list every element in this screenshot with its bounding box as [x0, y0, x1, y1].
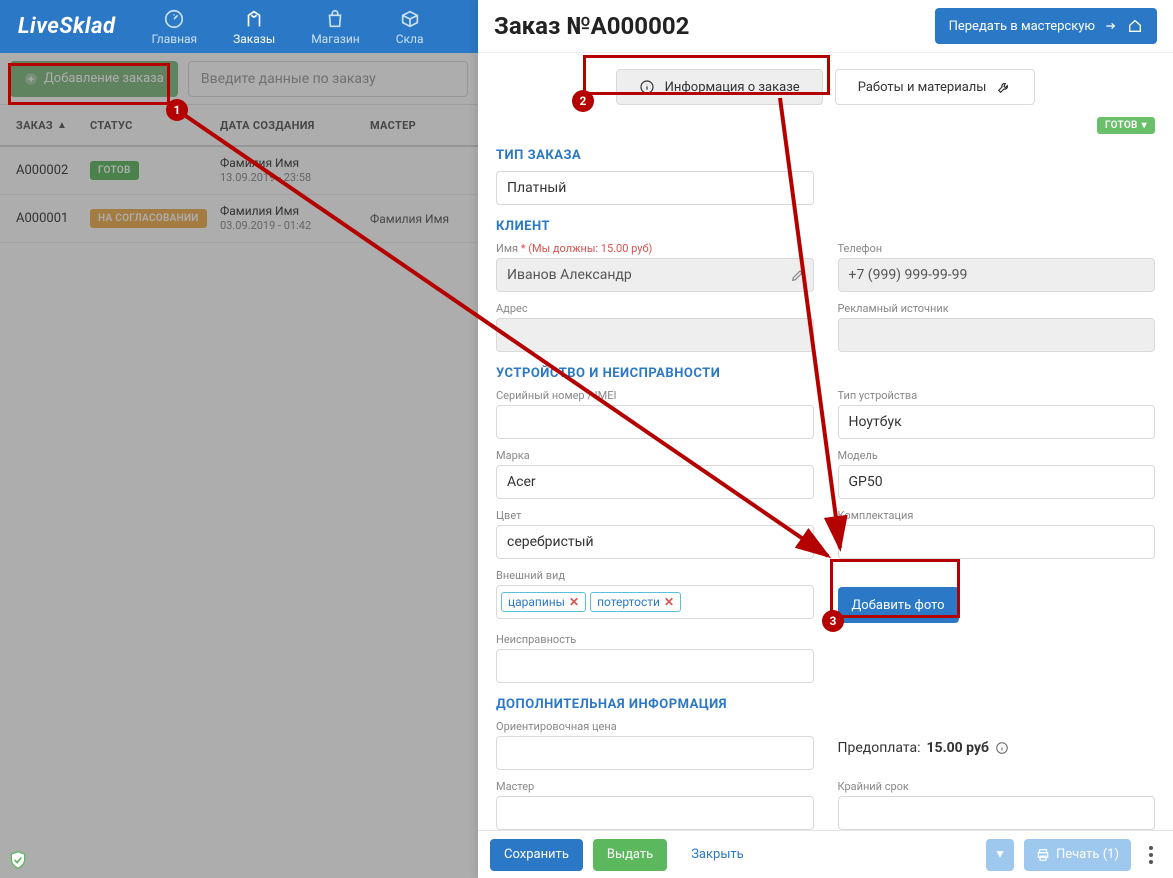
prepayment-label: Предоплата: 15.00 руб — [838, 740, 1156, 756]
master-input[interactable] — [496, 796, 814, 830]
close-button[interactable]: Закрыть — [677, 839, 758, 871]
save-button[interactable]: Сохранить — [490, 839, 583, 871]
add-photo-button[interactable]: Добавить фото — [838, 587, 959, 623]
footer-dropdown-button[interactable]: ▾ — [986, 839, 1014, 871]
nav-warehouse[interactable]: Скла — [378, 0, 442, 53]
tab-works-materials[interactable]: Работы и материалы — [835, 69, 1036, 105]
pencil-icon[interactable] — [790, 267, 806, 283]
panel-header: Заказ №A000002 Передать в мастерскую — [478, 0, 1173, 53]
serial-input[interactable] — [496, 405, 814, 439]
nav-shop[interactable]: Магазин — [293, 0, 378, 53]
printer-icon — [1036, 848, 1050, 862]
section-extra: ДОПОЛНИТЕЛЬНАЯ ИНФОРМАЦИЯ — [496, 697, 1155, 712]
info-icon — [639, 79, 655, 95]
gauge-icon — [163, 8, 185, 30]
tab-order-info[interactable]: Информация о заказе — [616, 69, 823, 105]
order-detail-panel: Заказ №A000002 Передать в мастерскую Инф… — [478, 0, 1173, 878]
panel-footer: Сохранить Выдать Закрыть ▾ Печать (1) — [478, 830, 1173, 878]
modal-overlay[interactable] — [0, 53, 478, 878]
more-button[interactable] — [1141, 846, 1161, 864]
ad-source-input[interactable] — [838, 318, 1156, 352]
bag-icon — [324, 8, 346, 30]
panel-title: Заказ №A000002 — [494, 12, 689, 40]
box-icon — [399, 8, 421, 30]
nav-orders[interactable]: Заказы — [215, 0, 293, 53]
color-input[interactable] — [496, 525, 814, 559]
section-order-type: ТИП ЗАКАЗА — [496, 148, 1155, 163]
equipment-input[interactable] — [838, 525, 1156, 559]
info-icon[interactable] — [995, 741, 1009, 755]
model-input[interactable] — [838, 465, 1156, 499]
brand-logo: LiveSklad — [0, 14, 134, 39]
section-client: КЛИЕНТ — [496, 219, 1155, 234]
estimate-price-input[interactable] — [496, 736, 814, 770]
transfer-workshop-button[interactable]: Передать в мастерскую — [935, 8, 1157, 44]
brand-input[interactable] — [496, 465, 814, 499]
orders-icon — [243, 8, 265, 30]
client-name-input[interactable] — [496, 258, 814, 292]
device-type-input[interactable] — [838, 405, 1156, 439]
issue-button[interactable]: Выдать — [593, 839, 667, 871]
client-address-input[interactable] — [496, 318, 814, 352]
tag-remove-icon[interactable]: ✕ — [664, 595, 674, 609]
defect-input[interactable] — [496, 649, 814, 683]
tag: потертости✕ — [590, 592, 681, 612]
tag: царапины✕ — [501, 592, 586, 612]
house-icon — [1127, 18, 1143, 34]
nav-home[interactable]: Главная — [134, 0, 216, 53]
wrench-icon — [996, 79, 1012, 95]
client-phone-input[interactable] — [838, 258, 1156, 292]
appearance-tagbox[interactable]: царапины✕ потертости✕ — [496, 585, 814, 619]
order-type-input[interactable] — [496, 171, 814, 205]
tag-remove-icon[interactable]: ✕ — [569, 595, 579, 609]
order-status-pill[interactable]: ГОТОВ▾ — [1097, 117, 1155, 134]
arrow-right-icon — [1103, 18, 1119, 34]
print-button[interactable]: Печать (1) — [1024, 839, 1131, 871]
panel-body: Информация о заказе Работы и материалы Г… — [478, 53, 1173, 830]
shield-icon — [8, 850, 28, 870]
section-device: УСТРОЙСТВО И НЕИСПРАВНОСТИ — [496, 366, 1155, 381]
deadline-input[interactable] — [838, 796, 1156, 830]
tabs-row: Информация о заказе Работы и материалы — [496, 69, 1155, 105]
